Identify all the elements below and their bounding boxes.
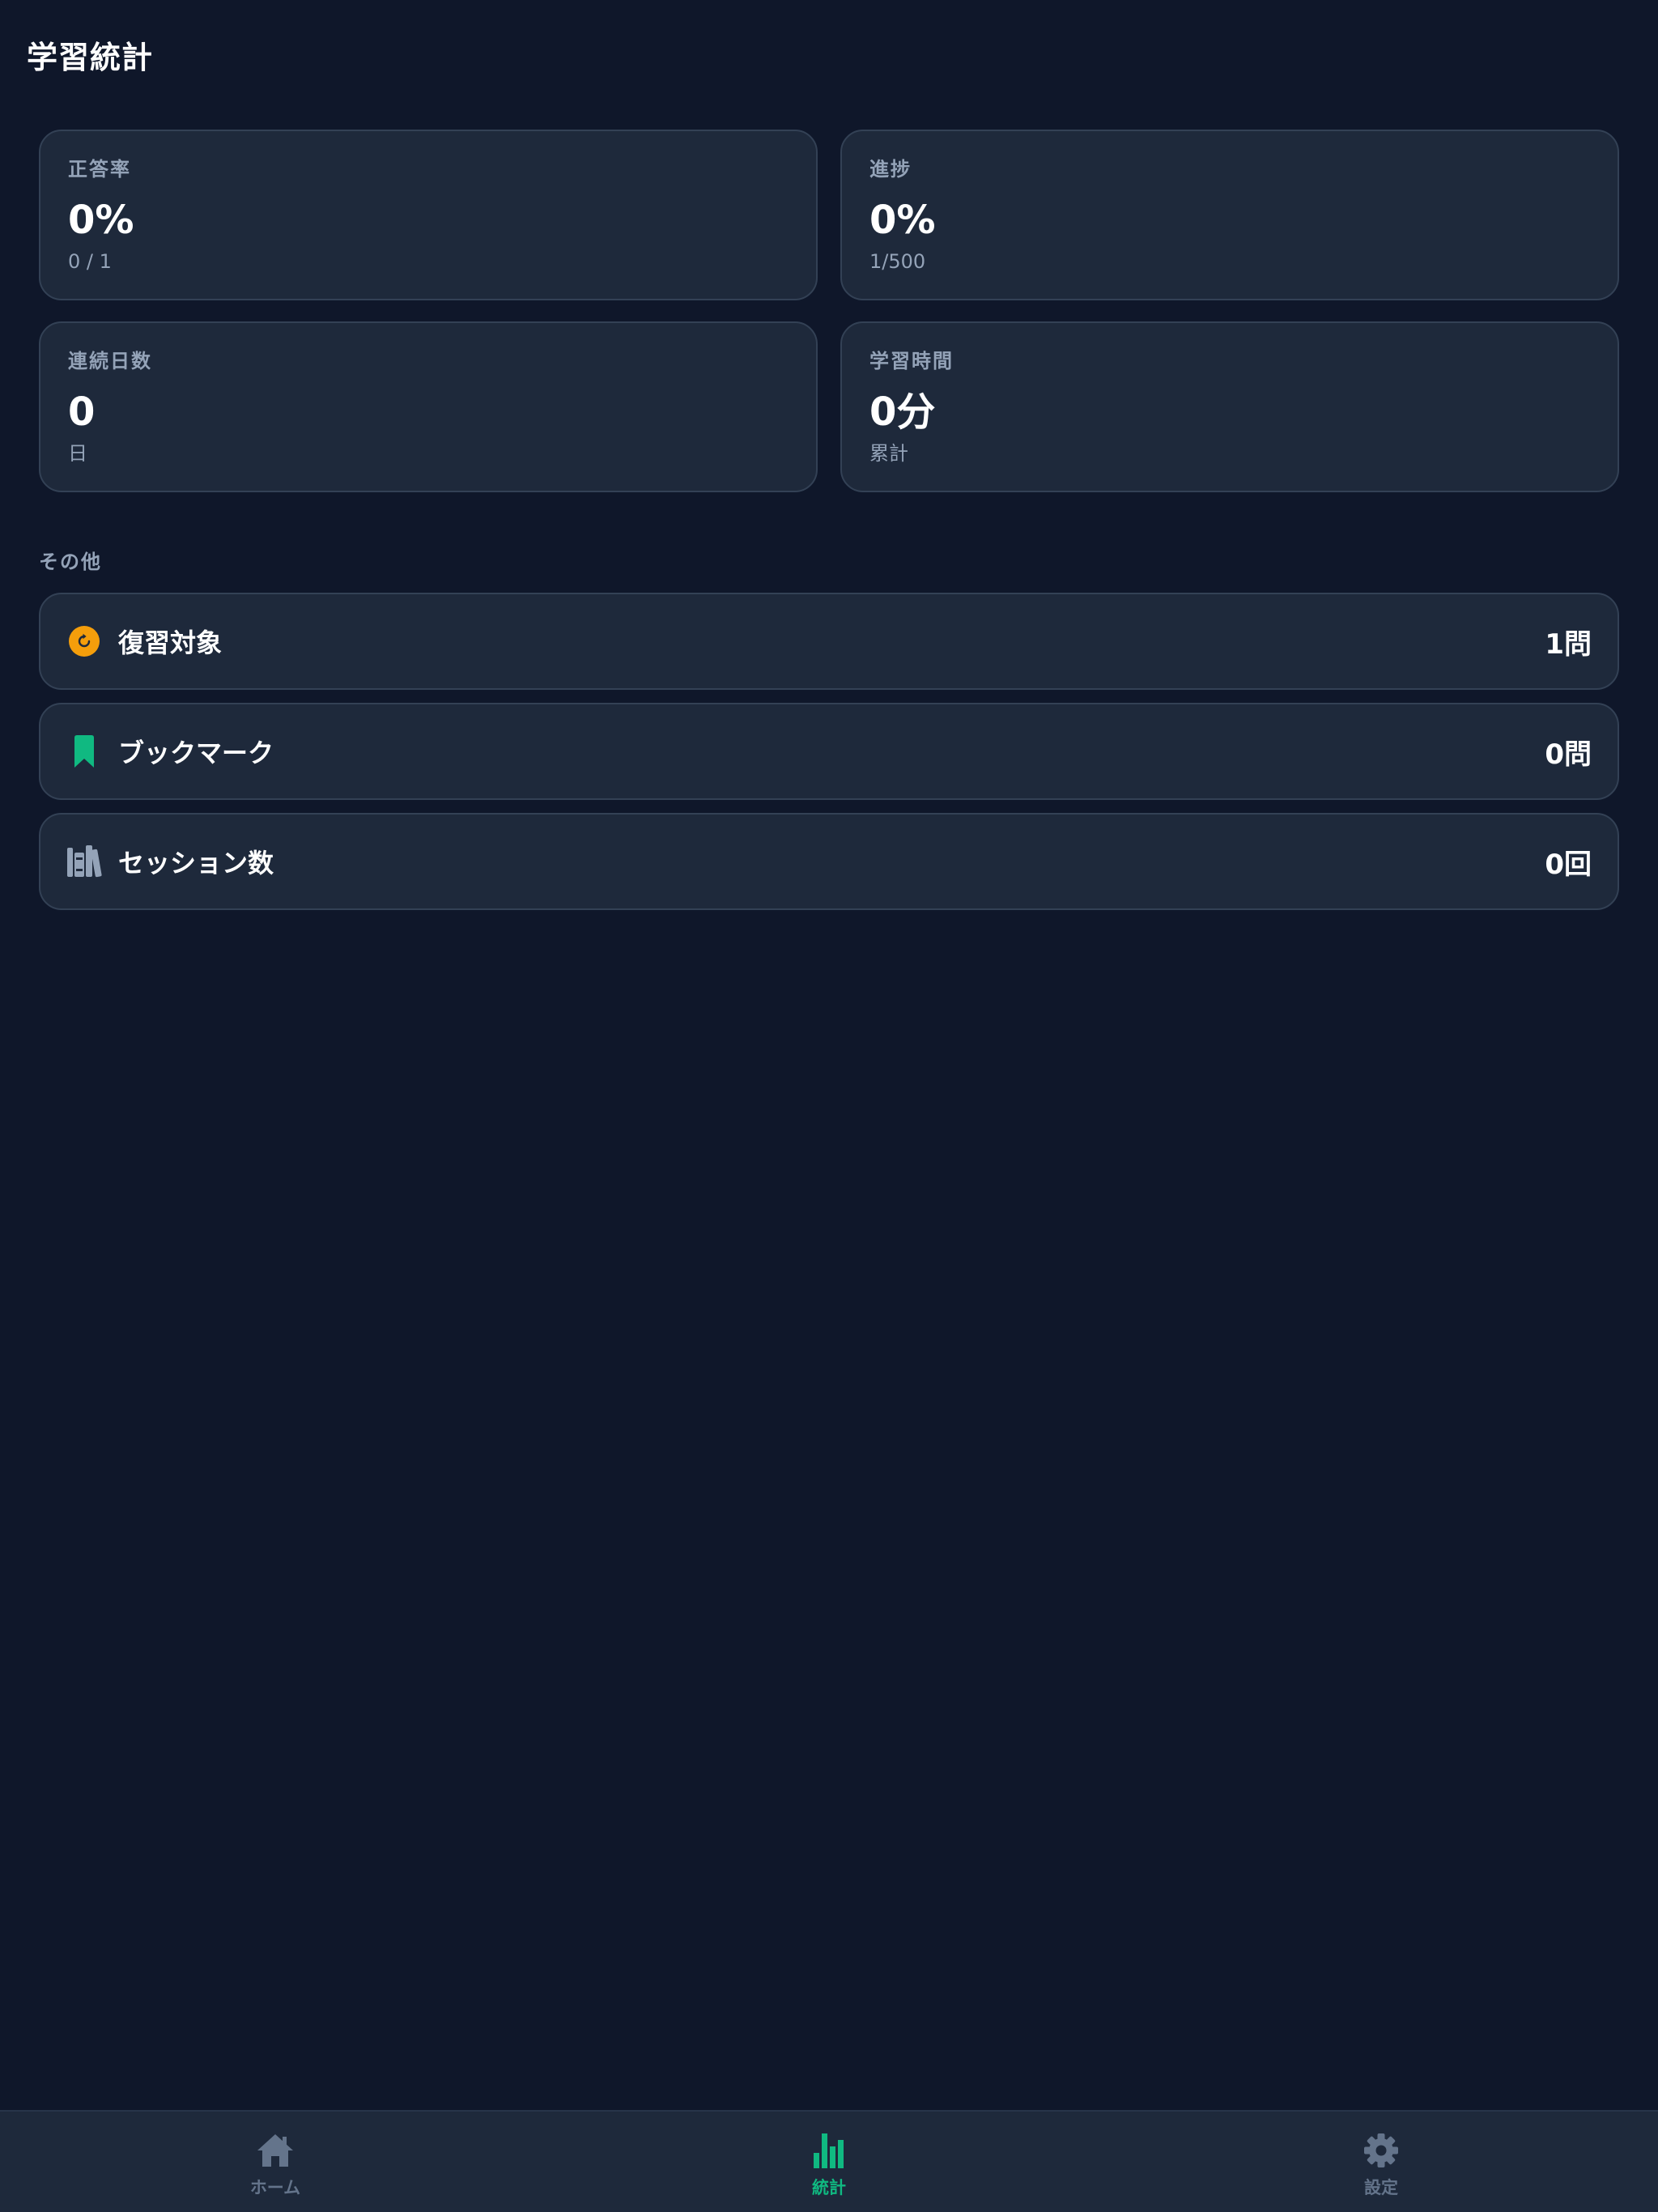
tab-home-label: ホーム	[249, 2178, 301, 2197]
books-icon	[66, 844, 102, 879]
review-refresh-icon	[66, 623, 102, 659]
tab-stats-label: 統計	[812, 2178, 846, 2197]
study-time-label: 学習時間	[869, 350, 954, 372]
bar-chart-icon	[808, 2129, 850, 2172]
study-time-sub: 累計	[869, 442, 908, 465]
stats-grid: 正答率 0% 0 / 1 進捗 0% 1/500 連続日数 0 日 学習時間 0…	[39, 130, 1619, 492]
gear-icon	[1360, 2129, 1402, 2172]
streak-value: 0	[68, 389, 96, 435]
page-title: 学習統計	[27, 40, 154, 75]
progress-value: 0%	[869, 198, 936, 243]
bookmark-icon	[66, 734, 102, 769]
streak-label: 連続日数	[68, 350, 152, 372]
tab-stats[interactable]: 統計	[748, 2129, 910, 2199]
progress-card: 進捗 0% 1/500	[840, 130, 1619, 300]
streak-card: 連続日数 0 日	[39, 321, 818, 492]
sessions-row[interactable]: セッション数 0回	[39, 813, 1619, 910]
bottom-tab-bar: ホーム 統計 設定	[0, 2110, 1658, 2212]
bookmarks-row[interactable]: ブックマーク 0問	[39, 703, 1619, 800]
progress-label: 進捗	[869, 158, 912, 181]
tab-settings[interactable]: 設定	[1300, 2129, 1462, 2199]
other-section-title: その他	[39, 551, 102, 573]
streak-sub: 日	[68, 442, 87, 465]
bookmarks-count: 0問	[1545, 738, 1592, 771]
bookmarks-label: ブックマーク	[118, 738, 274, 768]
progress-sub: 1/500	[869, 250, 926, 273]
other-list: 復習対象 1問 ブックマーク 0問 セッション数 0回	[39, 593, 1619, 923]
accuracy-label: 正答率	[68, 158, 131, 181]
tab-settings-label: 設定	[1364, 2178, 1398, 2197]
review-items-label: 復習対象	[118, 627, 223, 658]
accuracy-value: 0%	[68, 198, 134, 243]
review-items-count: 1問	[1545, 627, 1592, 661]
accuracy-sub: 0 / 1	[68, 250, 112, 273]
tab-home[interactable]: ホーム	[194, 2129, 356, 2199]
home-icon	[254, 2129, 296, 2172]
study-time-card: 学習時間 0分 累計	[840, 321, 1619, 492]
sessions-count: 0回	[1545, 848, 1592, 881]
review-items-row[interactable]: 復習対象 1問	[39, 593, 1619, 690]
accuracy-card: 正答率 0% 0 / 1	[39, 130, 818, 300]
sessions-label: セッション数	[118, 848, 274, 878]
study-time-value: 0分	[869, 389, 936, 435]
